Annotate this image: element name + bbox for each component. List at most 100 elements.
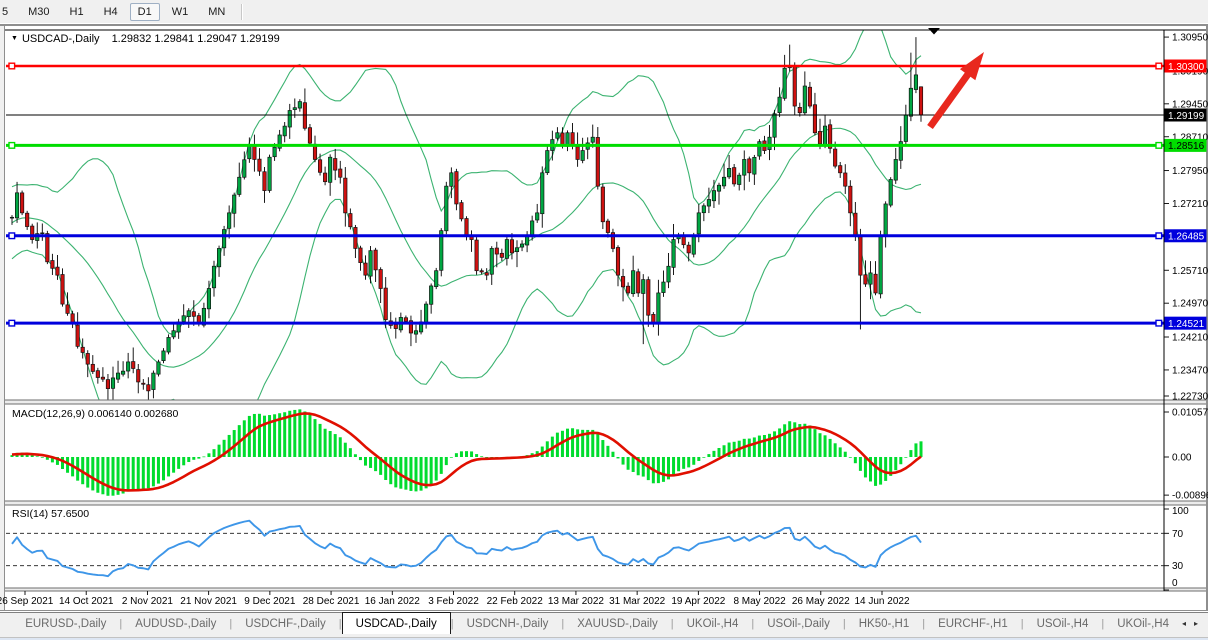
tab-usoil-h4[interactable]: USOil-,H4 [1024, 613, 1102, 634]
candle-up [238, 177, 241, 194]
tab-usdcnh-daily[interactable]: USDCNH-,Daily [454, 613, 562, 634]
candle-up [884, 204, 887, 236]
candle-up [591, 137, 594, 142]
candle-down [308, 128, 311, 143]
candle-up [702, 206, 705, 213]
line-handle[interactable] [1156, 143, 1162, 149]
candle-up [667, 266, 670, 282]
symbol-dropdown-icon[interactable]: ▼ [11, 35, 18, 42]
tab-ukoil-h4[interactable]: UKOil-,H4 [674, 613, 752, 634]
candle-up [778, 97, 781, 113]
candle-down [81, 347, 84, 352]
macd-histogram-bar [702, 457, 705, 458]
macd-histogram-bar [369, 457, 372, 468]
candle-up [768, 137, 771, 149]
price-badge-label: 1.30300 [1168, 62, 1205, 73]
macd-histogram-bar [914, 443, 917, 457]
macd-histogram-bar [849, 457, 852, 458]
macd-histogram-bar [162, 457, 165, 480]
macd-histogram-bar [773, 431, 776, 457]
macd-histogram-bar [622, 457, 625, 465]
candle-down [793, 67, 796, 106]
tab-scroll-right-icon[interactable]: ▸ [1194, 619, 1198, 628]
candle-down [364, 263, 367, 275]
candle-up [41, 233, 44, 234]
macd-histogram-bar [248, 416, 251, 457]
macd-histogram-bar [894, 457, 897, 470]
macd-histogram-bar [768, 434, 771, 457]
candle-up [909, 88, 912, 116]
macd-histogram-bar [662, 457, 665, 482]
candle-down [86, 353, 89, 364]
candle-down [626, 286, 629, 293]
line-handle[interactable] [1156, 320, 1162, 326]
macd-histogram-bar [450, 457, 453, 458]
candle-down [31, 226, 34, 239]
macd-histogram-bar [909, 450, 912, 457]
candle-up [692, 235, 695, 254]
rsi-axis-label: 30 [1172, 561, 1184, 572]
candle-up [116, 373, 119, 379]
date-label: 31 Mar 2022 [609, 596, 666, 607]
date-label: 9 Dec 2021 [244, 596, 296, 607]
candle-down [813, 105, 816, 133]
macd-histogram-bar [253, 414, 256, 457]
candle-down [263, 172, 266, 191]
chart-tab-bar: EURUSD-,Daily|AUDUSD-,Daily|USDCHF-,Dail… [0, 612, 1208, 634]
candle-up [515, 248, 518, 252]
candle-down [647, 280, 650, 316]
tab-usdcad-daily[interactable]: USDCAD-,Daily [342, 612, 451, 634]
line-handle[interactable] [1156, 63, 1162, 69]
tab-scroll-left-icon[interactable]: ◂ [1182, 619, 1186, 628]
candle-up [424, 304, 427, 322]
tab-usdchf-daily[interactable]: USDCHF-,Daily [232, 613, 339, 634]
line-handle[interactable] [1156, 233, 1162, 239]
line-handle[interactable] [9, 63, 15, 69]
tab-eurusd-daily[interactable]: EURUSD-,Daily [12, 613, 119, 634]
tab-audusd-daily[interactable]: AUDUSD-,Daily [122, 613, 229, 634]
candle-up [657, 293, 660, 324]
macd-histogram-bar [632, 457, 635, 472]
line-handle[interactable] [9, 320, 15, 326]
candle-down [849, 186, 852, 213]
candle-up [450, 173, 453, 186]
candle-up [172, 331, 175, 337]
macd-histogram-bar [601, 440, 604, 457]
macd-histogram-bar [748, 439, 751, 457]
candle-down [732, 168, 735, 184]
tab-eurchf-h1[interactable]: EURCHF-,H1 [925, 613, 1021, 634]
macd-histogram-bar [445, 457, 448, 465]
line-handle[interactable] [9, 143, 15, 149]
candle-down [460, 203, 463, 219]
macd-axis-label: -0.00896 [1172, 491, 1208, 502]
panel-separator[interactable] [5, 400, 1206, 404]
candle-down [485, 273, 488, 276]
panel-separator[interactable] [5, 501, 1206, 505]
line-handle[interactable] [9, 233, 15, 239]
candle-up [490, 248, 493, 274]
candle-up [111, 378, 114, 388]
tab-hk50-h1[interactable]: HK50-,H1 [846, 613, 923, 634]
candle-up [283, 126, 286, 136]
candle-down [379, 270, 382, 289]
candle-down [687, 245, 690, 253]
date-label: 21 Nov 2021 [180, 596, 237, 607]
candle-down [682, 236, 685, 244]
candle-up [581, 151, 584, 161]
candle-up [869, 273, 872, 284]
date-label: 16 Jan 2022 [365, 596, 420, 607]
tab-ukoil-h4[interactable]: UKOil-,H4 [1104, 613, 1182, 634]
candle-down [253, 146, 256, 160]
candle-down [465, 219, 468, 236]
tab-xauusd-daily[interactable]: XAUUSD-,Daily [564, 613, 671, 634]
chart-canvas[interactable]: 1.309501.301901.294501.287101.279501.272… [0, 0, 1208, 640]
candle-up [268, 157, 271, 190]
rsi-axis-label: 0 [1172, 578, 1178, 589]
candle-up [152, 373, 155, 389]
candle-up [672, 240, 675, 268]
tab-usoil-daily[interactable]: USOil-,Daily [754, 613, 843, 634]
date-label: 28 Dec 2021 [303, 596, 360, 607]
macd-histogram-bar [435, 457, 438, 481]
macd-histogram-bar [692, 457, 695, 465]
candle-up [233, 195, 236, 213]
